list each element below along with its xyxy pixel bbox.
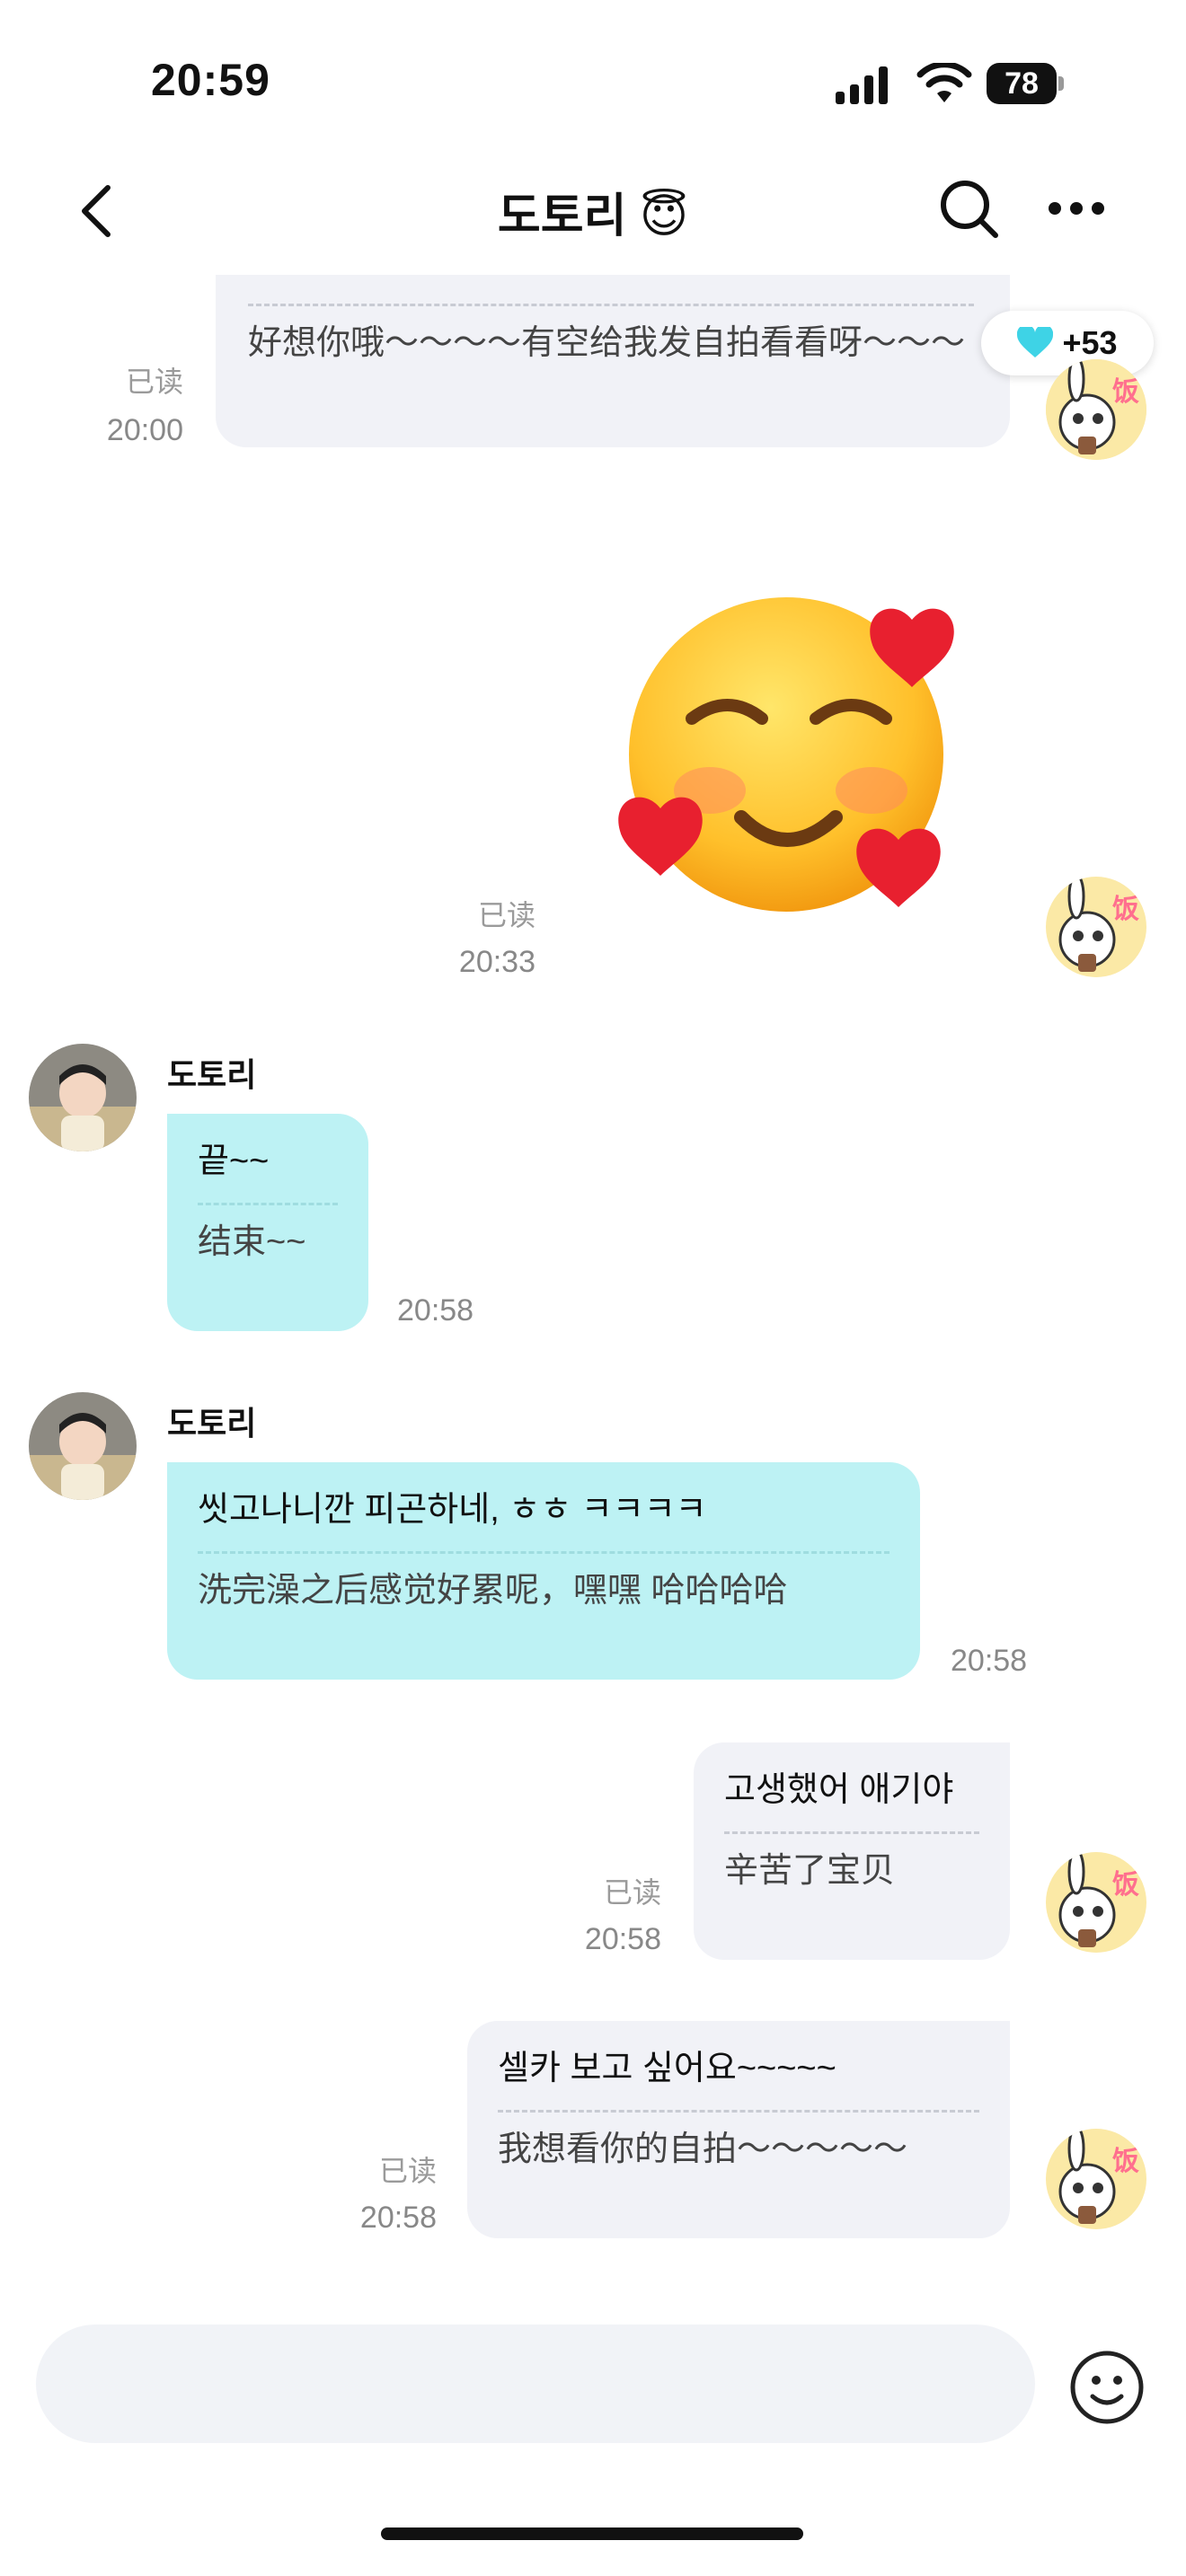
search-icon[interactable] xyxy=(936,176,1001,241)
smiling-face-with-hearts-icon[interactable] xyxy=(611,593,970,952)
my-avatar[interactable]: 饭 xyxy=(1046,877,1146,977)
message-translation: 辛苦了宝贝 xyxy=(724,1852,896,1891)
message-original: 씻고나니깐 피곤하네, ㅎㅎ ㅋㅋㅋㅋ xyxy=(198,1491,707,1529)
message-translation: 洗完澡之后感觉好累呢，嘿嘿 哈哈哈哈 xyxy=(198,1572,788,1610)
translation-divider xyxy=(724,1831,979,1835)
read-receipt: 已读 xyxy=(603,1876,661,1909)
svg-text:饭: 饭 xyxy=(1112,2146,1139,2177)
my-message-bubble[interactable]: 고생했어 애기야 辛苦了宝贝 xyxy=(694,1742,1010,1960)
translation-divider xyxy=(198,1203,338,1206)
message-original: 끝~~ xyxy=(198,1142,270,1180)
message-time: 20:58 xyxy=(397,1293,474,1328)
message-original: 셀카 보고 싶어요~~~~~ xyxy=(498,2050,836,2087)
child-photo-avatar xyxy=(29,1392,137,1500)
my-message-bubble[interactable]: 好想你哦～～～～有空给我发自拍看看呀～～～ xyxy=(216,275,1010,447)
bunny-avatar-icon: 饭 xyxy=(1046,1852,1146,1953)
battery-level: 78 xyxy=(987,63,1057,104)
battery-nub xyxy=(1058,76,1064,91)
my-message-bubble[interactable]: 셀카 보고 싶어요~~~~~ 我想看你的自拍～～～～～ xyxy=(467,2021,1010,2238)
read-receipt: 已读 xyxy=(378,2155,437,2187)
battery-indicator: 78 xyxy=(987,63,1064,104)
child-photo-avatar xyxy=(29,1044,137,1151)
sender-name: 도토리 xyxy=(167,1405,257,1442)
their-message-bubble[interactable]: 끝~~ 结束~~ xyxy=(167,1114,368,1331)
contact-avatar[interactable] xyxy=(29,1392,137,1500)
chat-title: 도토리 😇 xyxy=(497,190,689,243)
my-avatar[interactable]: 饭 xyxy=(1046,359,1146,460)
heart-count: +53 xyxy=(1062,324,1118,361)
message-time: 20:58 xyxy=(359,2201,437,2235)
translation-divider xyxy=(248,304,974,306)
svg-text:饭: 饭 xyxy=(1112,376,1139,408)
diamond-heart-icon xyxy=(1017,327,1054,357)
my-avatar[interactable]: 饭 xyxy=(1046,1852,1146,1953)
their-message-bubble[interactable]: 씻고나니깐 피곤하네, ㅎㅎ ㅋㅋㅋㅋ 洗完澡之后感觉好累呢，嘿嘿 哈哈哈哈 xyxy=(167,1462,920,1680)
bunny-avatar-icon: 饭 xyxy=(1046,877,1146,977)
heart-count-badge[interactable]: +53 xyxy=(981,311,1154,375)
svg-text:饭: 饭 xyxy=(1112,894,1139,925)
read-receipt: 已读 xyxy=(125,366,183,398)
more-icon[interactable] xyxy=(1048,199,1105,217)
status-time: 20:59 xyxy=(151,55,270,105)
bunny-avatar-icon: 饭 xyxy=(1046,2129,1146,2229)
cellular-signal-icon xyxy=(836,66,888,104)
message-translation: 结束~~ xyxy=(198,1223,306,1262)
message-original: 고생했어 애기야 xyxy=(724,1771,954,1809)
sender-name: 도토리 xyxy=(167,1056,257,1093)
message-translation: 好想你哦～～～～有空给我发自拍看看呀～～～ xyxy=(248,324,966,362)
translation-divider xyxy=(198,1551,890,1555)
wifi-icon xyxy=(916,63,972,102)
message-time: 20:58 xyxy=(951,1644,1028,1678)
message-time: 20:58 xyxy=(584,1922,661,1956)
emoji-icon[interactable] xyxy=(1069,2350,1145,2425)
message-time: 20:33 xyxy=(458,945,535,979)
svg-text:饭: 饭 xyxy=(1112,1869,1139,1901)
message-translation: 我想看你的自拍～～～～～ xyxy=(498,2130,908,2169)
contact-avatar[interactable] xyxy=(29,1044,137,1151)
bunny-avatar-icon: 饭 xyxy=(1046,359,1146,460)
home-indicator[interactable] xyxy=(381,2527,803,2540)
translation-divider xyxy=(498,2110,979,2113)
message-time: 20:00 xyxy=(106,413,183,447)
read-receipt: 已读 xyxy=(477,899,535,931)
back-chevron-icon[interactable] xyxy=(79,184,115,238)
message-input[interactable] xyxy=(36,2325,1035,2443)
my-avatar[interactable]: 饭 xyxy=(1046,2129,1146,2229)
